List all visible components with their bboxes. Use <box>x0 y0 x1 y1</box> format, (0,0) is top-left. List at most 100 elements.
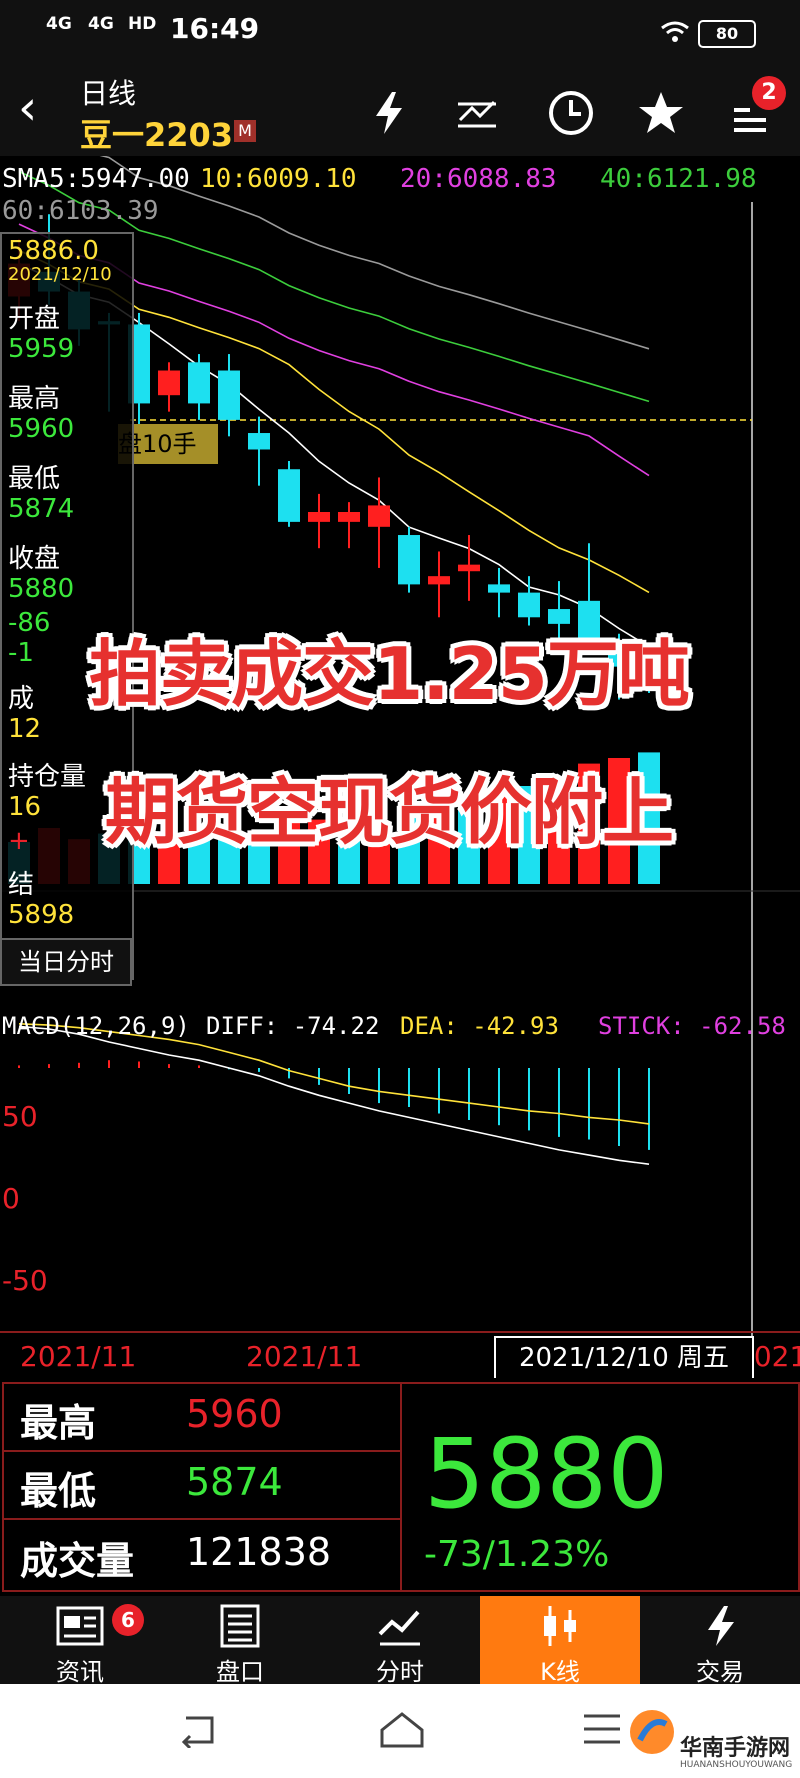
orderbook-icon <box>220 1604 260 1648</box>
macd-axis-zero: 0 <box>2 1182 20 1215</box>
back-icon[interactable]: ‹ <box>18 84 37 132</box>
candle-body <box>188 362 210 404</box>
nav-orderbook-label: 盘口 <box>216 1658 264 1686</box>
ma5-legend: SMA5:5947.00 <box>2 164 190 194</box>
candle-info-panel: 5886.0 2021/12/10 开盘 5959 最高 5960 最低 587… <box>0 232 134 980</box>
news-icon <box>56 1606 104 1646</box>
battery-icon: 80 <box>698 20 756 48</box>
bottom-nav: 6 资讯 盘口 分时 K线 交易 <box>0 1596 800 1686</box>
candle-body <box>368 505 390 527</box>
signal-2-icon: 4G <box>88 14 114 34</box>
intraday-button[interactable]: 当日分时 <box>0 938 132 986</box>
nav-news-label: 资讯 <box>56 1658 104 1686</box>
macd-diff-line <box>18 1025 650 1165</box>
ma20-legend: 20:6088.83 <box>400 164 557 194</box>
low-label: 最低 <box>20 1469 97 1513</box>
nav-intraday-label: 分时 <box>376 1658 424 1686</box>
lightning-icon[interactable] <box>364 88 414 138</box>
nav-trade[interactable]: 交易 <box>640 1596 800 1686</box>
candle-body <box>398 535 420 585</box>
candle-body <box>278 469 300 522</box>
watermark-text: 华南手游网 <box>680 1736 791 1761</box>
macd-legend-diff: DIFF: -74.22 <box>206 1012 380 1040</box>
signal-1-icon: 4G <box>46 14 72 34</box>
info-low-label: 最低 <box>8 464 61 494</box>
candle-body <box>308 512 330 522</box>
candle-body <box>518 592 540 618</box>
nav-intraday[interactable]: 分时 <box>320 1596 480 1686</box>
page-title: 日线 <box>80 77 137 110</box>
info-plus: + <box>8 826 30 856</box>
watermark-subtext: HUANANSHOUYOUWANG <box>680 1760 793 1770</box>
market-badge: M <box>234 120 256 142</box>
status-time: 16:49 <box>170 12 260 45</box>
system-back-icon[interactable] <box>178 1712 218 1748</box>
info-high: 5960 <box>8 414 75 444</box>
info-close: 5880 <box>8 574 75 604</box>
candle-body <box>218 370 240 420</box>
watermark-logo <box>630 1710 674 1754</box>
candle-body <box>548 609 570 624</box>
kline-icon <box>544 1606 576 1646</box>
info-settle: 5898 <box>8 900 75 930</box>
macd-legend-stick: STICK: -62.58 <box>598 1012 786 1040</box>
info-high-label: 最高 <box>8 384 61 414</box>
headline-line-1: 拍卖成交1.25万吨 <box>89 632 690 716</box>
info-volume: 12 <box>8 714 42 744</box>
volume-label: 成交量 <box>20 1539 135 1583</box>
candle-body <box>458 564 480 572</box>
clock-icon[interactable] <box>546 88 596 138</box>
ma40-legend: 40:6121.98 <box>600 164 757 194</box>
macd-legend-dea: DEA: -42.93 <box>400 1012 559 1040</box>
contract-name[interactable]: 豆一2203 <box>80 110 233 156</box>
ma10-legend: 10:6009.10 <box>200 164 357 194</box>
x-axis-label-mid: 2021/11 <box>246 1340 363 1373</box>
high-value: 5960 <box>186 1392 283 1436</box>
nav-news[interactable]: 6 资讯 <box>0 1596 160 1686</box>
star-icon[interactable] <box>636 88 686 138</box>
status-bar: 4G 4G HD 16:49 80 <box>0 0 800 64</box>
macd-legend-title: MACD(12,26,9) <box>2 1012 190 1040</box>
macd-axis-bottom: -50 <box>2 1264 48 1297</box>
volume-value: 121838 <box>186 1530 332 1574</box>
low-value: 5874 <box>186 1460 283 1504</box>
system-home-icon[interactable] <box>378 1710 426 1750</box>
nav-orderbook[interactable]: 盘口 <box>160 1596 320 1686</box>
info-oi: 16 <box>8 792 42 822</box>
candle-body <box>158 370 180 396</box>
info-change-pct: -1 <box>8 638 34 668</box>
ma60-legend: 60:6103.39 <box>2 196 159 226</box>
headline-line-2: 期货空现货价附上 <box>104 770 674 854</box>
title-bar: ‹ 日线 豆一2203 M 2 <box>0 64 800 156</box>
info-open-label: 开盘 <box>8 304 61 334</box>
x-axis-label-left: 2021/11 <box>20 1340 137 1373</box>
notification-badge[interactable]: 2 <box>752 76 786 110</box>
info-settle-label: 结 <box>8 870 35 900</box>
candle-body <box>248 433 270 450</box>
hd-icon: HD <box>128 14 157 34</box>
info-price: 5886.0 <box>8 236 99 266</box>
macd-axis-top: 50 <box>2 1100 38 1133</box>
crosshair-date-tag: 2021/12/10 周五 <box>494 1336 754 1380</box>
news-badge: 6 <box>112 1604 144 1636</box>
candle-body <box>428 576 450 585</box>
price-summary-panel: 最高 5960 最低 5874 成交量 121838 5880 -73/1.23… <box>0 1378 800 1596</box>
nav-kline[interactable]: K线 <box>480 1596 640 1686</box>
system-recents-icon[interactable] <box>582 1712 622 1746</box>
intraday-icon <box>378 1610 420 1646</box>
info-low: 5874 <box>8 494 75 524</box>
info-volume-label: 成 <box>8 684 35 714</box>
trade-lightning-icon <box>708 1606 734 1646</box>
drawing-tool-icon[interactable] <box>452 88 502 138</box>
nav-kline-label: K线 <box>540 1658 580 1686</box>
nav-trade-label: 交易 <box>696 1658 744 1686</box>
wifi-icon <box>661 21 689 42</box>
last-price: 5880 <box>424 1418 669 1530</box>
candle-body <box>338 512 360 522</box>
high-label: 最高 <box>20 1401 97 1445</box>
candle-body <box>488 584 510 593</box>
info-open: 5959 <box>8 334 75 364</box>
price-change: -73/1.23% <box>424 1534 610 1575</box>
info-close-label: 收盘 <box>8 544 61 574</box>
info-date: 2021/12/10 <box>8 264 112 285</box>
